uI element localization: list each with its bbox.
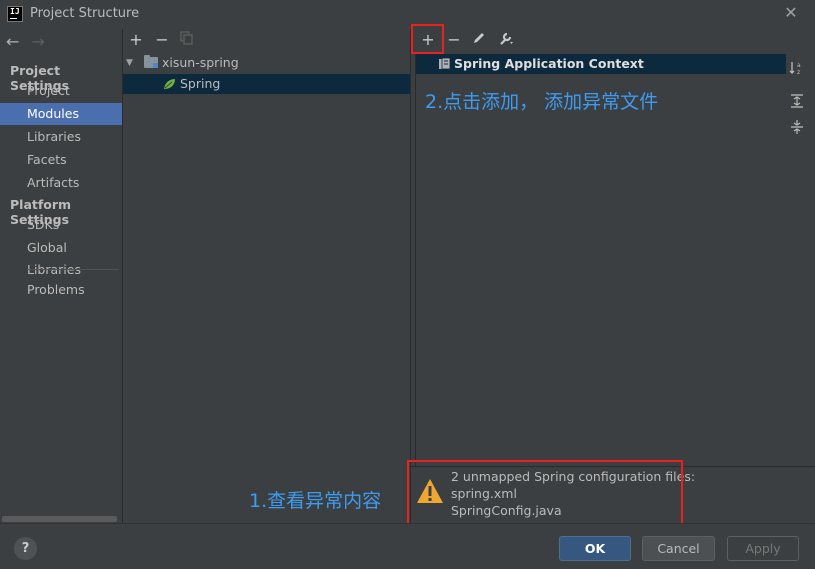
apply-button[interactable]: Apply: [727, 536, 799, 561]
context-list: Spring Application Context: [415, 54, 786, 466]
tree-node-spring-facet[interactable]: Spring: [123, 74, 410, 94]
sidebar-item-libraries[interactable]: Libraries: [0, 126, 122, 148]
add-button-highlight: [411, 24, 444, 54]
svg-text:z: z: [797, 69, 800, 76]
module-label: xisun-spring: [162, 55, 239, 70]
context-item[interactable]: Spring Application Context: [416, 54, 786, 74]
ok-button[interactable]: OK: [559, 536, 631, 561]
context-files-icon: [439, 58, 450, 70]
sidebar-item-project[interactable]: Project: [0, 80, 122, 102]
window-title: Project Structure: [30, 6, 140, 21]
remove-icon[interactable]: −: [153, 31, 171, 49]
warning-highlight: [407, 460, 683, 526]
tree-node-module[interactable]: ▼ xisun-spring: [123, 53, 410, 73]
wrench-icon[interactable]: [497, 31, 515, 49]
nav-arrows: ← →: [6, 32, 45, 52]
title-bar: IJ Project Structure ✕: [0, 0, 815, 29]
copy-icon[interactable]: [178, 31, 196, 49]
sort-alpha-icon[interactable]: az: [789, 60, 807, 78]
annotation-step1: 1.查看异常内容: [249, 490, 382, 512]
svg-text:a: a: [797, 62, 801, 69]
intellij-logo-icon: IJ: [7, 6, 23, 22]
facet-label: Spring: [180, 76, 221, 91]
settings-sidebar: ← → Project Settings Project Modules Lib…: [0, 29, 122, 523]
forward-arrow-icon[interactable]: →: [31, 32, 44, 52]
add-icon[interactable]: +: [127, 31, 145, 49]
dialog-button-bar: ? OK Cancel Apply: [0, 523, 815, 569]
sidebar-item-modules[interactable]: Modules: [0, 103, 122, 125]
expand-all-icon[interactable]: [789, 93, 807, 111]
expand-toggle-icon[interactable]: ▼: [126, 53, 133, 73]
edit-icon[interactable]: [470, 31, 488, 49]
help-button[interactable]: ?: [14, 537, 37, 560]
spring-leaf-icon: [164, 79, 175, 89]
module-folder-icon: [144, 55, 158, 68]
sidebar-item-sdks[interactable]: SDKs: [0, 214, 122, 236]
sidebar-item-problems[interactable]: Problems: [0, 279, 122, 301]
sidebar-item-facets[interactable]: Facets: [0, 149, 122, 171]
sidebar-scrollbar[interactable]: [2, 516, 117, 522]
back-arrow-icon[interactable]: ←: [6, 32, 19, 52]
sidebar-item-global-libraries[interactable]: Global Libraries: [0, 237, 122, 277]
spring-context-panel: + − Spring Application Context 2.点击添加， 添…: [411, 24, 815, 466]
module-tree-panel: + − ▼ xisun-spring Spring: [123, 29, 410, 523]
context-item-label: Spring Application Context: [454, 56, 644, 71]
sidebar-item-artifacts[interactable]: Artifacts: [0, 172, 122, 194]
cancel-button[interactable]: Cancel: [642, 536, 715, 561]
remove-context-icon[interactable]: −: [445, 31, 463, 49]
close-icon[interactable]: ✕: [783, 5, 799, 21]
sidebar-divider: [27, 269, 119, 270]
collapse-all-icon[interactable]: [789, 119, 807, 137]
annotation-step2: 2.点击添加， 添加异常文件: [425, 91, 659, 113]
